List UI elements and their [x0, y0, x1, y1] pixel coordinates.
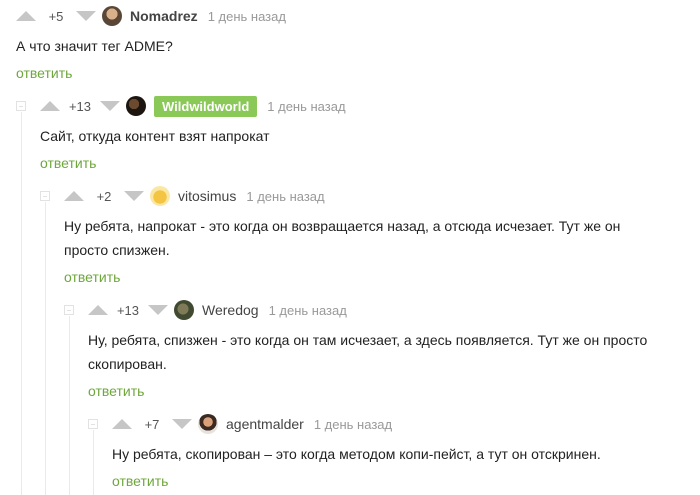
reply-link[interactable]: ответить	[64, 269, 120, 285]
author-name[interactable]: agentmalder	[226, 416, 304, 432]
comment-header: +2 vitosimus 1 день назад	[64, 184, 325, 208]
upvote-icon[interactable]	[112, 419, 132, 429]
vote-block: +7	[112, 417, 192, 432]
upvote-icon[interactable]	[88, 305, 108, 315]
downvote-icon[interactable]	[148, 305, 168, 315]
thread-line	[69, 316, 70, 495]
vote-block: +5	[16, 9, 96, 24]
timestamp[interactable]: 1 день назад	[269, 303, 347, 318]
reply-link[interactable]: ответить	[40, 155, 96, 171]
downvote-icon[interactable]	[172, 419, 192, 429]
avatar[interactable]	[102, 6, 122, 26]
timestamp[interactable]: 1 день назад	[208, 9, 286, 24]
timestamp[interactable]: 1 день назад	[246, 189, 324, 204]
author-name[interactable]: vitosimus	[178, 188, 236, 204]
comment-text: Ну ребята, скопирован – это когда методо…	[112, 446, 601, 462]
comment-text: Сайт, откуда контент взят напрокат	[40, 128, 270, 144]
comment-header: +13 Wildwildworld 1 день назад	[40, 94, 346, 118]
rating: +2	[96, 188, 112, 204]
collapse-toggle-icon[interactable]	[64, 305, 74, 315]
vote-block: +13	[88, 303, 168, 318]
comment-header: +7 agentmalder 1 день назад	[112, 412, 392, 436]
author-name[interactable]: Wildwildworld	[154, 95, 258, 117]
thread-line	[21, 112, 22, 495]
avatar[interactable]	[150, 186, 170, 206]
vote-block: +2	[64, 189, 144, 204]
upvote-icon[interactable]	[64, 191, 84, 201]
author-name[interactable]: Weredog	[202, 302, 259, 318]
avatar[interactable]	[198, 414, 218, 434]
collapse-toggle-icon[interactable]	[88, 419, 98, 429]
rating: +13	[116, 302, 140, 318]
comment-text: А что значит тег ADME?	[16, 38, 173, 54]
comment-header: +13 Weredog 1 день назад	[88, 298, 347, 322]
collapse-toggle-icon[interactable]	[16, 101, 26, 111]
comment-text: Ну, ребята, спизжен - это когда он там и…	[88, 332, 648, 372]
rating: +5	[48, 8, 64, 24]
rating: +7	[144, 416, 160, 432]
timestamp[interactable]: 1 день назад	[267, 99, 345, 114]
avatar[interactable]	[174, 300, 194, 320]
reply-link[interactable]: ответить	[16, 65, 72, 81]
thread-line	[45, 202, 46, 495]
comment-text: Ну ребята, напрокат - это когда он возвр…	[64, 218, 621, 258]
upvote-icon[interactable]	[40, 101, 60, 111]
collapse-toggle-icon[interactable]	[40, 191, 50, 201]
timestamp[interactable]: 1 день назад	[314, 417, 392, 432]
thread-line	[93, 430, 94, 495]
rating: +13	[68, 98, 92, 114]
downvote-icon[interactable]	[100, 101, 120, 111]
downvote-icon[interactable]	[124, 191, 144, 201]
reply-link[interactable]: ответить	[112, 473, 168, 489]
downvote-icon[interactable]	[76, 11, 96, 21]
avatar[interactable]	[126, 96, 146, 116]
vote-block: +13	[40, 99, 120, 114]
upvote-icon[interactable]	[16, 11, 36, 21]
reply-link[interactable]: ответить	[88, 383, 144, 399]
comment-header: +5 Nomadrez 1 день назад	[16, 4, 286, 28]
author-name[interactable]: Nomadrez	[130, 8, 198, 24]
